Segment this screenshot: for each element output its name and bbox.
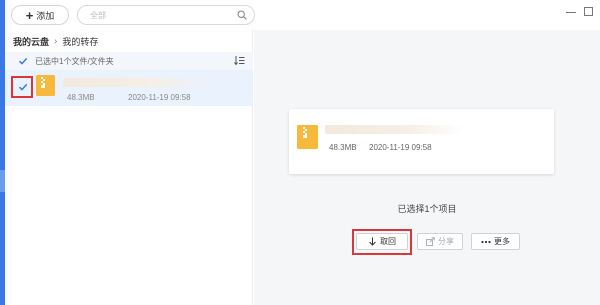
file-name-redacted <box>325 125 465 134</box>
select-all-checkbox-icon[interactable] <box>18 56 28 66</box>
file-list-panel: 我的云盘 › 我的转存 已选中1个文件/文件夹 48.3MB 2020-11-1… <box>5 30 253 305</box>
highlight-box-retrieve <box>352 229 412 255</box>
search-icon[interactable] <box>237 10 247 20</box>
breadcrumb-root[interactable]: 我的云盘 <box>13 35 49 48</box>
highlight-box-checkbox <box>11 76 33 98</box>
selected-items-text: 已选择1个项目 <box>397 204 457 214</box>
detail-panel: 48.3MB 2020-11-19 09:58 已选择1个项目 取回 分享 更多 <box>254 30 600 305</box>
minimize-icon[interactable] <box>566 7 576 17</box>
plus-icon: + <box>25 7 34 23</box>
share-button[interactable]: 分享 <box>417 233 463 250</box>
file-date: 2020-11-19 09:58 <box>128 93 191 102</box>
maximize-icon[interactable] <box>584 7 593 16</box>
share-icon <box>426 237 435 246</box>
file-name-redacted <box>63 78 213 87</box>
detail-file-date: 2020-11-19 09:58 <box>369 143 432 152</box>
add-button[interactable]: + 添加 <box>11 5 69 25</box>
more-dots-icon <box>481 240 491 243</box>
selection-bar: 已选中1个文件/文件夹 <box>5 52 253 70</box>
more-button-label: 更多 <box>494 237 510 246</box>
sort-icon[interactable] <box>234 55 245 66</box>
list-item[interactable]: 48.3MB 2020-11-19 09:58 <box>5 70 253 106</box>
top-toolbar: + 添加 <box>5 0 600 30</box>
add-button-label: 添加 <box>36 10 55 21</box>
share-button-label: 分享 <box>438 237 454 246</box>
search-input[interactable] <box>90 9 230 22</box>
file-detail-card: 48.3MB 2020-11-19 09:58 <box>289 109 554 174</box>
breadcrumb-current: 我的转存 <box>62 37 99 47</box>
chevron-right-icon: › <box>54 36 58 47</box>
file-size: 48.3MB <box>67 93 95 102</box>
selection-count-text: 已选中1个文件/文件夹 <box>35 57 114 66</box>
detail-file-size: 48.3MB <box>329 143 357 152</box>
zip-file-icon <box>297 125 318 149</box>
more-button[interactable]: 更多 <box>471 233 520 250</box>
breadcrumb: 我的云盘 › 我的转存 <box>13 35 98 48</box>
zip-file-icon <box>36 75 55 96</box>
search-box[interactable] <box>77 5 255 25</box>
